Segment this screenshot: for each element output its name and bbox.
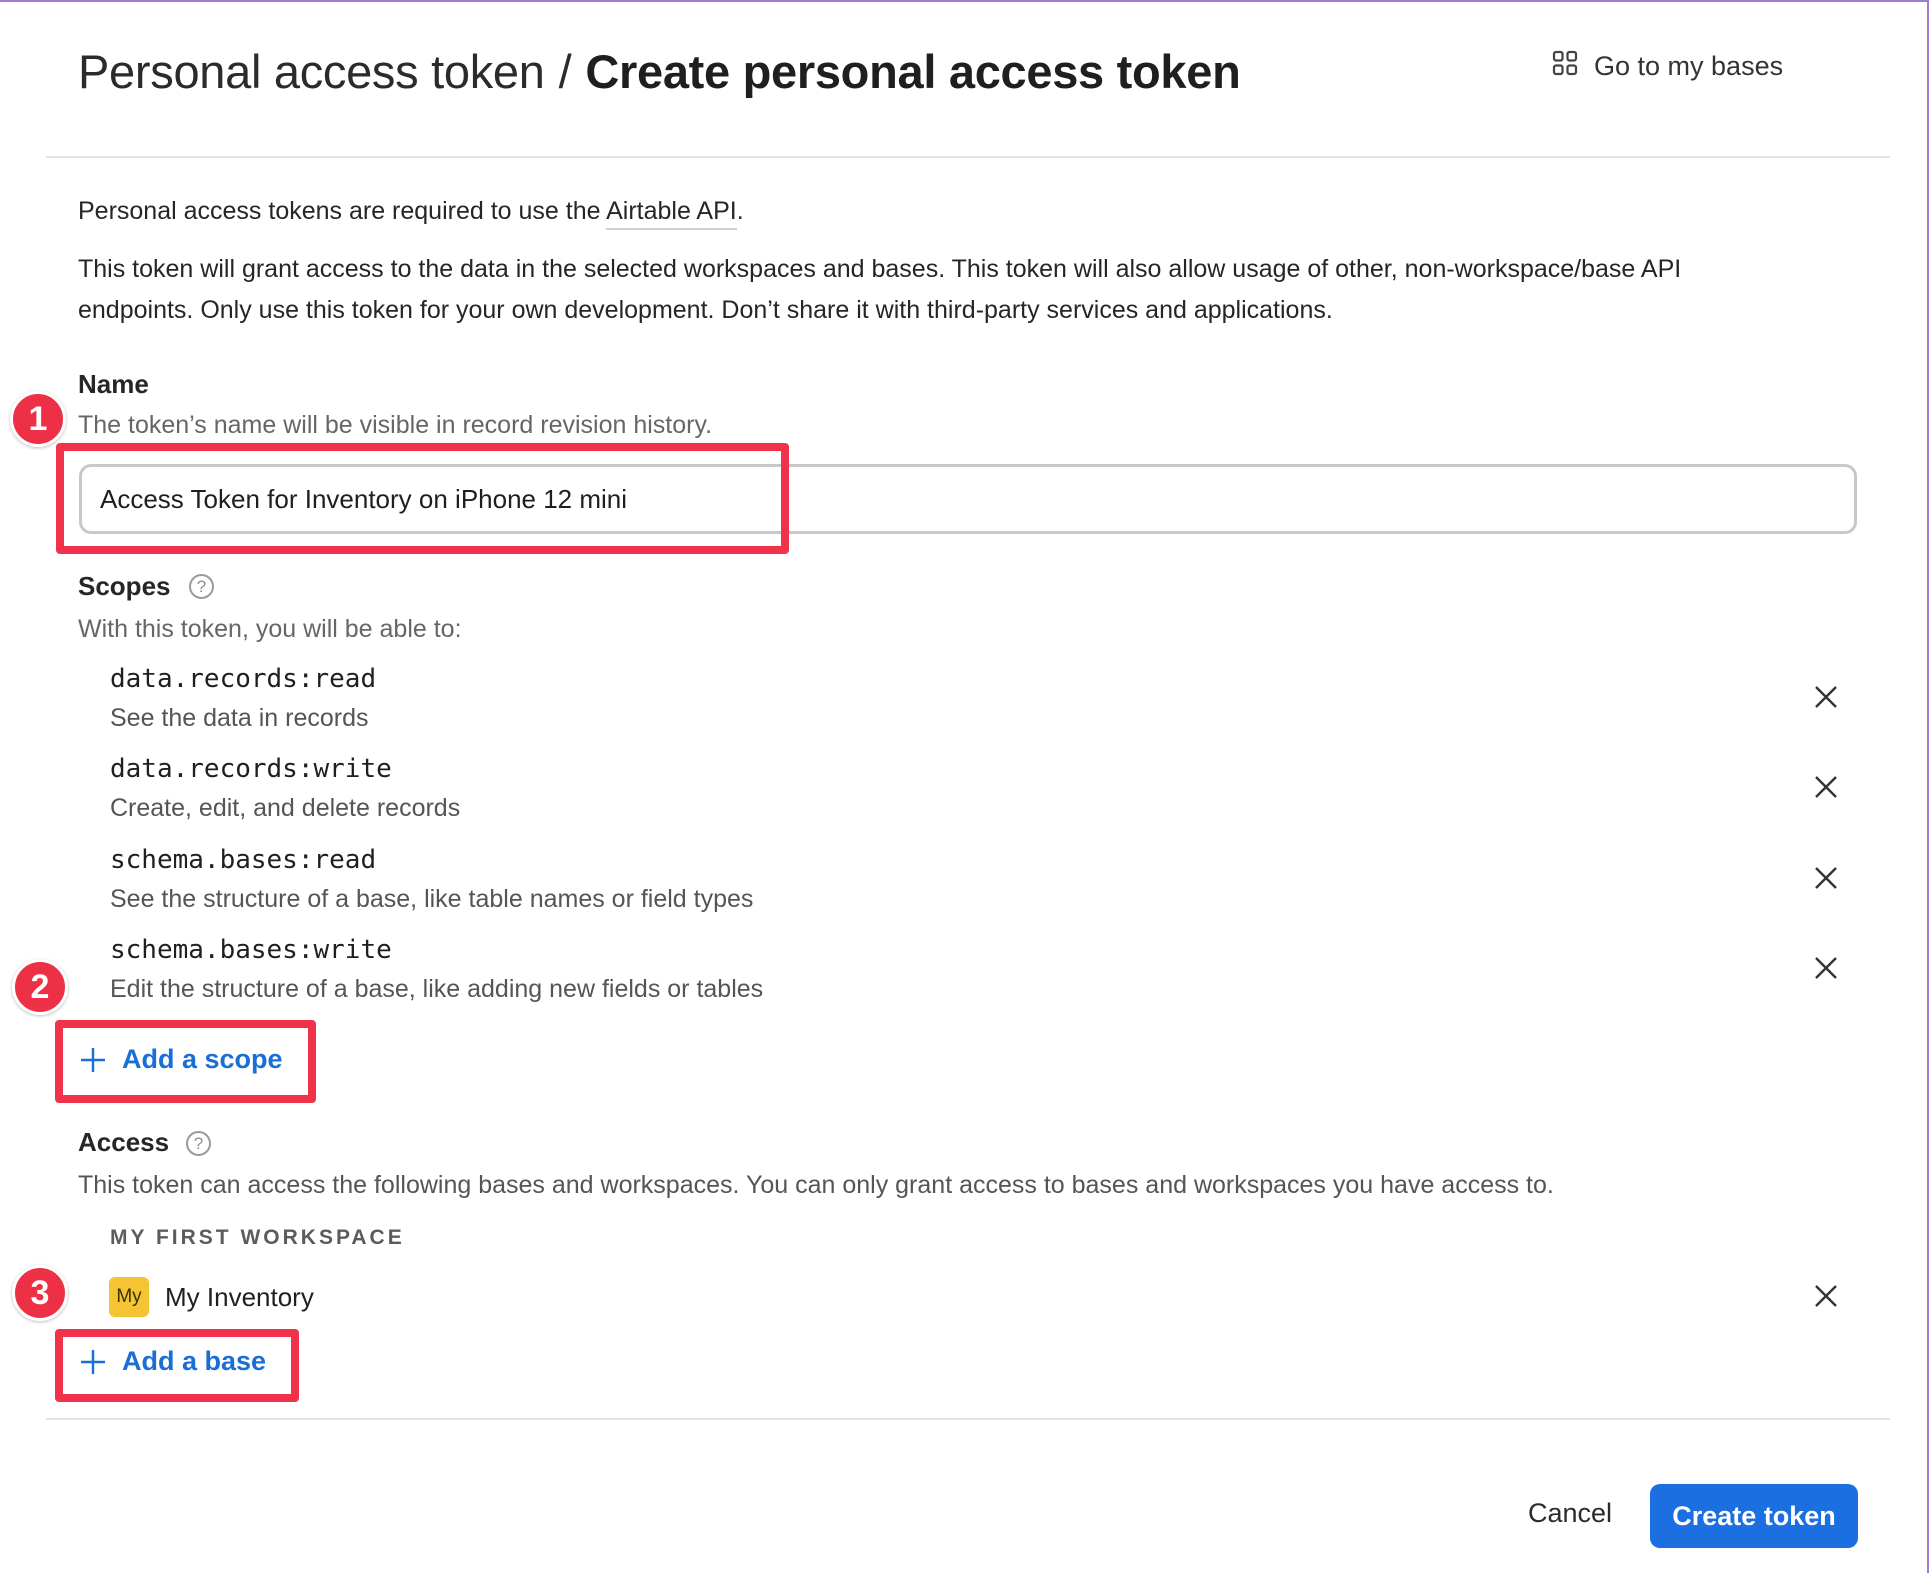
- footer-divider: [46, 1418, 1890, 1420]
- workspace-label: MY FIRST WORKSPACE: [110, 1226, 405, 1249]
- scope-item: data.records:read See the data in record…: [110, 664, 376, 733]
- access-hint: This token can access the following base…: [78, 1171, 1554, 1199]
- close-icon: [1815, 1285, 1837, 1307]
- remove-scope-button[interactable]: [1808, 860, 1844, 896]
- scope-code: data.records:read: [110, 664, 377, 694]
- remove-scope-button[interactable]: [1808, 950, 1844, 986]
- cancel-button[interactable]: Cancel: [1528, 1498, 1612, 1529]
- scope-item: data.records:write Create, edit, and del…: [110, 754, 460, 823]
- scope-description: See the structure of a base, like table …: [110, 885, 754, 913]
- scope-code: data.records:write: [110, 754, 392, 784]
- base-name: My Inventory: [165, 1281, 314, 1312]
- help-icon[interactable]: ?: [189, 574, 214, 599]
- go-to-my-bases-button[interactable]: Go to my bases: [1552, 50, 1783, 83]
- intro-line-1: Personal access tokens are required to u…: [78, 191, 744, 232]
- intro-period: .: [736, 197, 744, 225]
- highlight-box-add-base: [55, 1329, 299, 1402]
- remove-scope-button[interactable]: [1808, 679, 1844, 715]
- access-label: Access: [78, 1127, 170, 1157]
- go-to-my-bases-label: Go to my bases: [1594, 51, 1784, 81]
- scope-code: schema.bases:read: [110, 845, 377, 875]
- remove-base-button[interactable]: [1808, 1278, 1844, 1314]
- highlight-box-name: [56, 443, 789, 554]
- breadcrumb-current: Create personal access token: [585, 45, 1241, 98]
- scopes-label: Scopes: [78, 571, 171, 601]
- close-icon: [1815, 957, 1837, 979]
- scope-item: schema.bases:read See the structure of a…: [110, 845, 753, 914]
- close-icon: [1815, 867, 1837, 889]
- header-divider: [46, 156, 1890, 158]
- annotation-badge-1: 1: [10, 391, 66, 447]
- intro-line-2: This token will grant access to the data…: [78, 255, 1682, 283]
- grid-icon: [1552, 50, 1578, 83]
- name-label: Name: [78, 369, 149, 399]
- scope-description: Create, edit, and delete records: [110, 794, 461, 822]
- help-icon[interactable]: ?: [186, 1131, 211, 1156]
- breadcrumb-separator: /: [558, 45, 572, 98]
- annotation-badge-2: 2: [12, 959, 68, 1015]
- scope-description: See the data in records: [110, 704, 369, 732]
- name-hint: The token’s name will be visible in reco…: [78, 411, 713, 439]
- close-icon: [1815, 776, 1837, 798]
- base-avatar: My: [109, 1277, 149, 1317]
- annotation-badge-3: 3: [12, 1265, 68, 1321]
- intro-line-3: endpoints. Only use this token for your …: [78, 296, 1333, 324]
- page-title: Personal access token / Create personal ac…: [78, 44, 1241, 99]
- intro-text: Personal access tokens are required to u…: [78, 197, 607, 225]
- scope-description: Edit the structure of a base, like addin…: [110, 975, 764, 1003]
- base-row: My My Inventory: [109, 1277, 314, 1317]
- scope-code: schema.bases:write: [110, 935, 392, 965]
- scopes-hint: With this token, you will be able to:: [78, 615, 462, 643]
- create-token-button[interactable]: Create token: [1650, 1484, 1858, 1548]
- scope-item: schema.bases:write Edit the structure of…: [110, 935, 763, 1004]
- highlight-box-add-scope: [55, 1020, 316, 1103]
- close-icon: [1815, 686, 1837, 708]
- remove-scope-button[interactable]: [1808, 769, 1844, 805]
- breadcrumb-parent[interactable]: Personal access token: [78, 45, 545, 98]
- airtable-api-link[interactable]: Airtable API: [606, 197, 737, 230]
